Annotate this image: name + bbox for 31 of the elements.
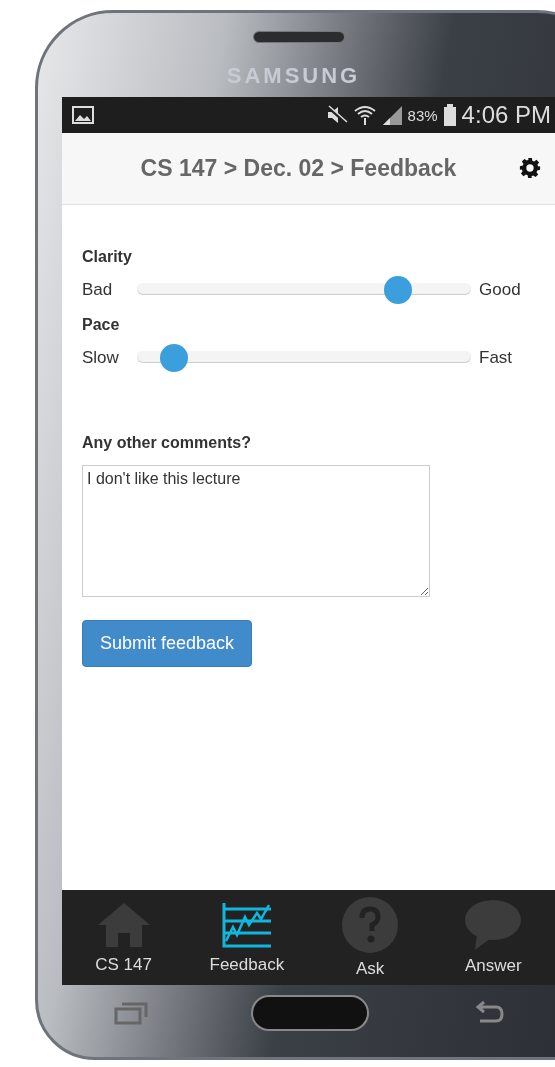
slider-min-label: Slow [82, 348, 120, 368]
home-key[interactable] [250, 995, 369, 1031]
submit-button[interactable]: Submit feedback [82, 620, 253, 667]
tab-item[interactable]: CS 147 [62, 900, 186, 975]
slider-max-label: Good [479, 280, 522, 300]
question-icon [342, 896, 399, 953]
tab-item[interactable]: Answer [431, 899, 555, 976]
wifi-icon [353, 105, 376, 125]
settings-icon[interactable] [519, 157, 541, 179]
battery-percent: 83% [407, 106, 438, 124]
signal-icon [381, 105, 402, 125]
rating-slider[interactable] [137, 277, 471, 303]
chart-icon [220, 900, 273, 949]
recent-apps-icon[interactable] [113, 1001, 148, 1025]
slider-max-label: Fast [479, 348, 514, 368]
rating-slider[interactable] [137, 345, 471, 371]
slider-thumb[interactable] [383, 276, 412, 304]
tab-item[interactable]: Ask [308, 896, 432, 979]
speech-bubble-icon [465, 899, 522, 950]
comments-field[interactable]: I don't like this lecture [82, 465, 430, 597]
battery-icon [443, 104, 456, 126]
image-icon [72, 106, 94, 124]
clock-time: 4:06 PM [461, 101, 551, 129]
slider-label: Clarity [82, 247, 133, 267]
mute-icon [325, 105, 348, 125]
slider-thumb[interactable] [159, 344, 188, 372]
slider-label: Pace [82, 315, 121, 335]
breadcrumb-title: CS 147 > Dec. 02 > Feedback [140, 155, 457, 182]
tab-item[interactable]: Feedback [185, 900, 309, 975]
slider-min-label: Bad [82, 280, 114, 300]
comments-label: Any other comments? [82, 433, 252, 453]
